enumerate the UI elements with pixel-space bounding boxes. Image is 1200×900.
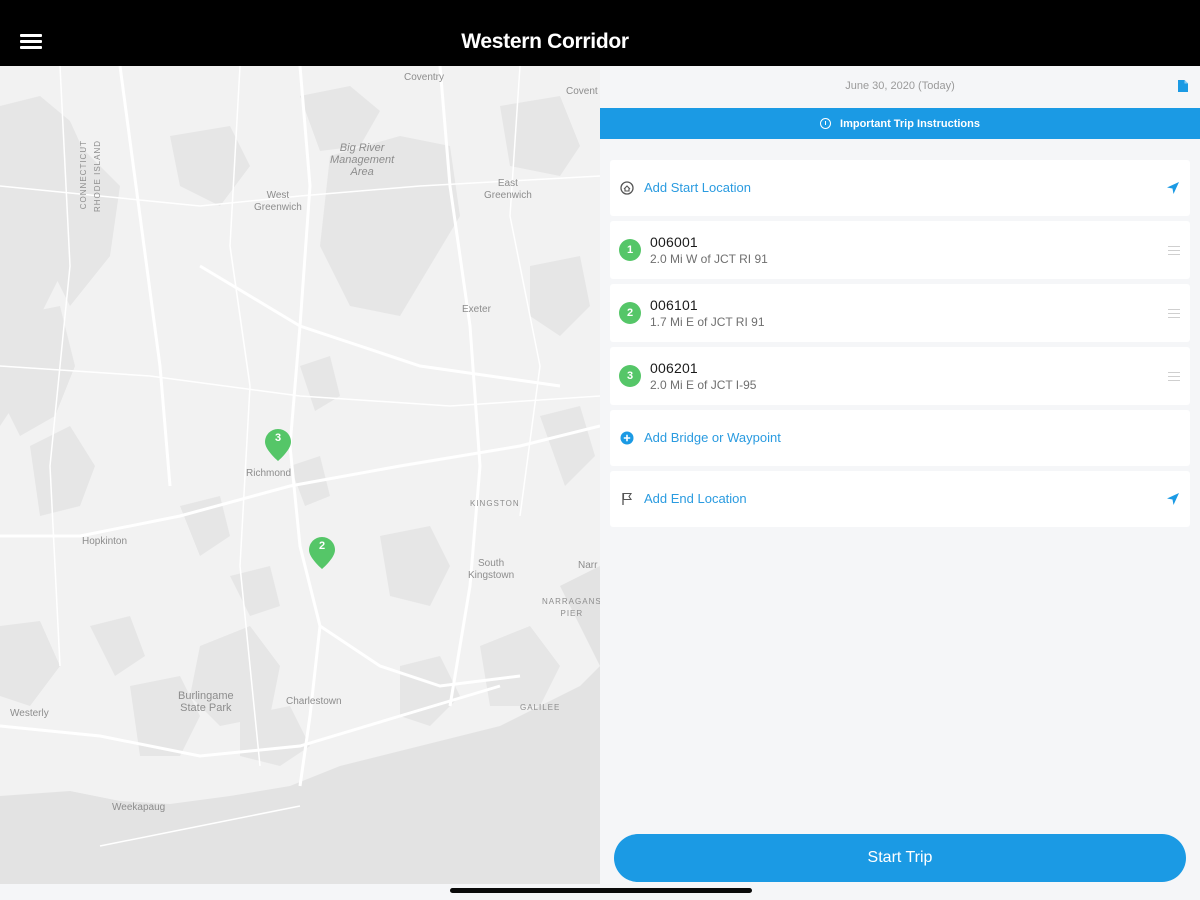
add-bridge-or-waypoint-label: Add Bridge or Waypoint: [644, 430, 781, 445]
map-pin-number: 3: [274, 432, 282, 444]
map-label-weekapaug: Weekapaug: [112, 802, 166, 813]
map-label-connecticut: CONNECTICUT: [79, 140, 88, 210]
app-root: Western Corridor Coventry Covent Big Riv…: [0, 0, 1200, 900]
map-label-narr: Narr: [578, 560, 598, 571]
info-icon: [820, 118, 832, 129]
stop-row[interactable]: 1 006001 2.0 Mi W of JCT RI 91: [610, 221, 1190, 279]
map-label-south-kingstown: South Kingstown: [468, 558, 515, 581]
map-label-westerly: Westerly: [10, 708, 49, 719]
banner-label: Important Trip Instructions: [840, 117, 980, 130]
date-row: June 30, 2020 (Today): [600, 66, 1200, 108]
trip-date: June 30, 2020 (Today): [845, 80, 955, 92]
add-start-location-label: Add Start Location: [644, 180, 751, 195]
location-arrow-icon[interactable]: [1166, 492, 1180, 506]
plus-circle-icon: [620, 431, 634, 445]
stop-number-badge: 2: [619, 302, 641, 324]
map-pin-number: 2: [318, 540, 326, 552]
map-view[interactable]: Coventry Covent Big River Management Are…: [0, 66, 600, 884]
stop-number-badge: 1: [619, 239, 641, 261]
stop-description: 2.0 Mi E of JCT I-95: [650, 378, 757, 392]
map-label-rhode-island: RHODE ISLAND: [93, 140, 102, 213]
home-indicator[interactable]: [450, 888, 752, 893]
map-label-narragansett-pier: NARRAGANS PIER: [542, 597, 600, 618]
page-title: Western Corridor: [461, 30, 629, 53]
map-label-richmond: Richmond: [246, 468, 292, 479]
top-bar: Western Corridor: [0, 0, 1200, 66]
add-bridge-or-waypoint-row[interactable]: Add Bridge or Waypoint: [610, 410, 1190, 466]
home-icon: [620, 181, 634, 195]
drag-handle-icon[interactable]: [1168, 246, 1180, 256]
map-label-kingston: KINGSTON: [470, 499, 520, 508]
stop-id: 006101: [650, 297, 698, 313]
map-label-galilee: GALILEE: [520, 703, 561, 712]
map-pin-stop-3[interactable]: 3: [264, 428, 292, 462]
location-arrow-icon[interactable]: [1166, 181, 1180, 195]
stop-description: 1.7 Mi E of JCT RI 91: [650, 315, 765, 329]
map-label-coventry: Coventry: [404, 72, 445, 83]
trip-panel: June 30, 2020 (Today) Important Trip Ins…: [600, 66, 1200, 884]
start-trip-button[interactable]: Start Trip: [614, 834, 1186, 882]
map-label-west-greenwich: West Greenwich: [254, 190, 302, 213]
stop-row[interactable]: 2 006101 1.7 Mi E of JCT RI 91: [610, 284, 1190, 342]
document-icon[interactable]: [1178, 80, 1188, 92]
drag-handle-icon[interactable]: [1168, 309, 1180, 319]
map-label-burlingame: Burlingame State Park: [178, 690, 234, 714]
stop-id: 006201: [650, 360, 698, 376]
stop-number-badge: 3: [619, 365, 641, 387]
add-end-location-row[interactable]: Add End Location: [610, 471, 1190, 527]
map-label-hopkinton: Hopkinton: [82, 536, 128, 547]
map-label-exeter: Exeter: [462, 304, 491, 315]
map-pin-stop-2[interactable]: 2: [308, 536, 336, 570]
add-start-location-row[interactable]: Add Start Location: [610, 160, 1190, 216]
map-label-covent: Covent: [566, 86, 598, 97]
drag-handle-icon[interactable]: [1168, 372, 1180, 382]
flag-icon: [622, 492, 633, 505]
map-label-big-river: Big River Management Area: [330, 142, 395, 178]
map-label-charlestown: Charlestown: [286, 696, 342, 707]
stop-description: 2.0 Mi W of JCT RI 91: [650, 252, 768, 266]
map-label-east-greenwich: East Greenwich: [484, 178, 532, 201]
stop-row[interactable]: 3 006201 2.0 Mi E of JCT I-95: [610, 347, 1190, 405]
stop-id: 006001: [650, 234, 698, 250]
add-end-location-label: Add End Location: [644, 491, 747, 506]
important-trip-instructions-banner[interactable]: Important Trip Instructions: [600, 108, 1200, 139]
